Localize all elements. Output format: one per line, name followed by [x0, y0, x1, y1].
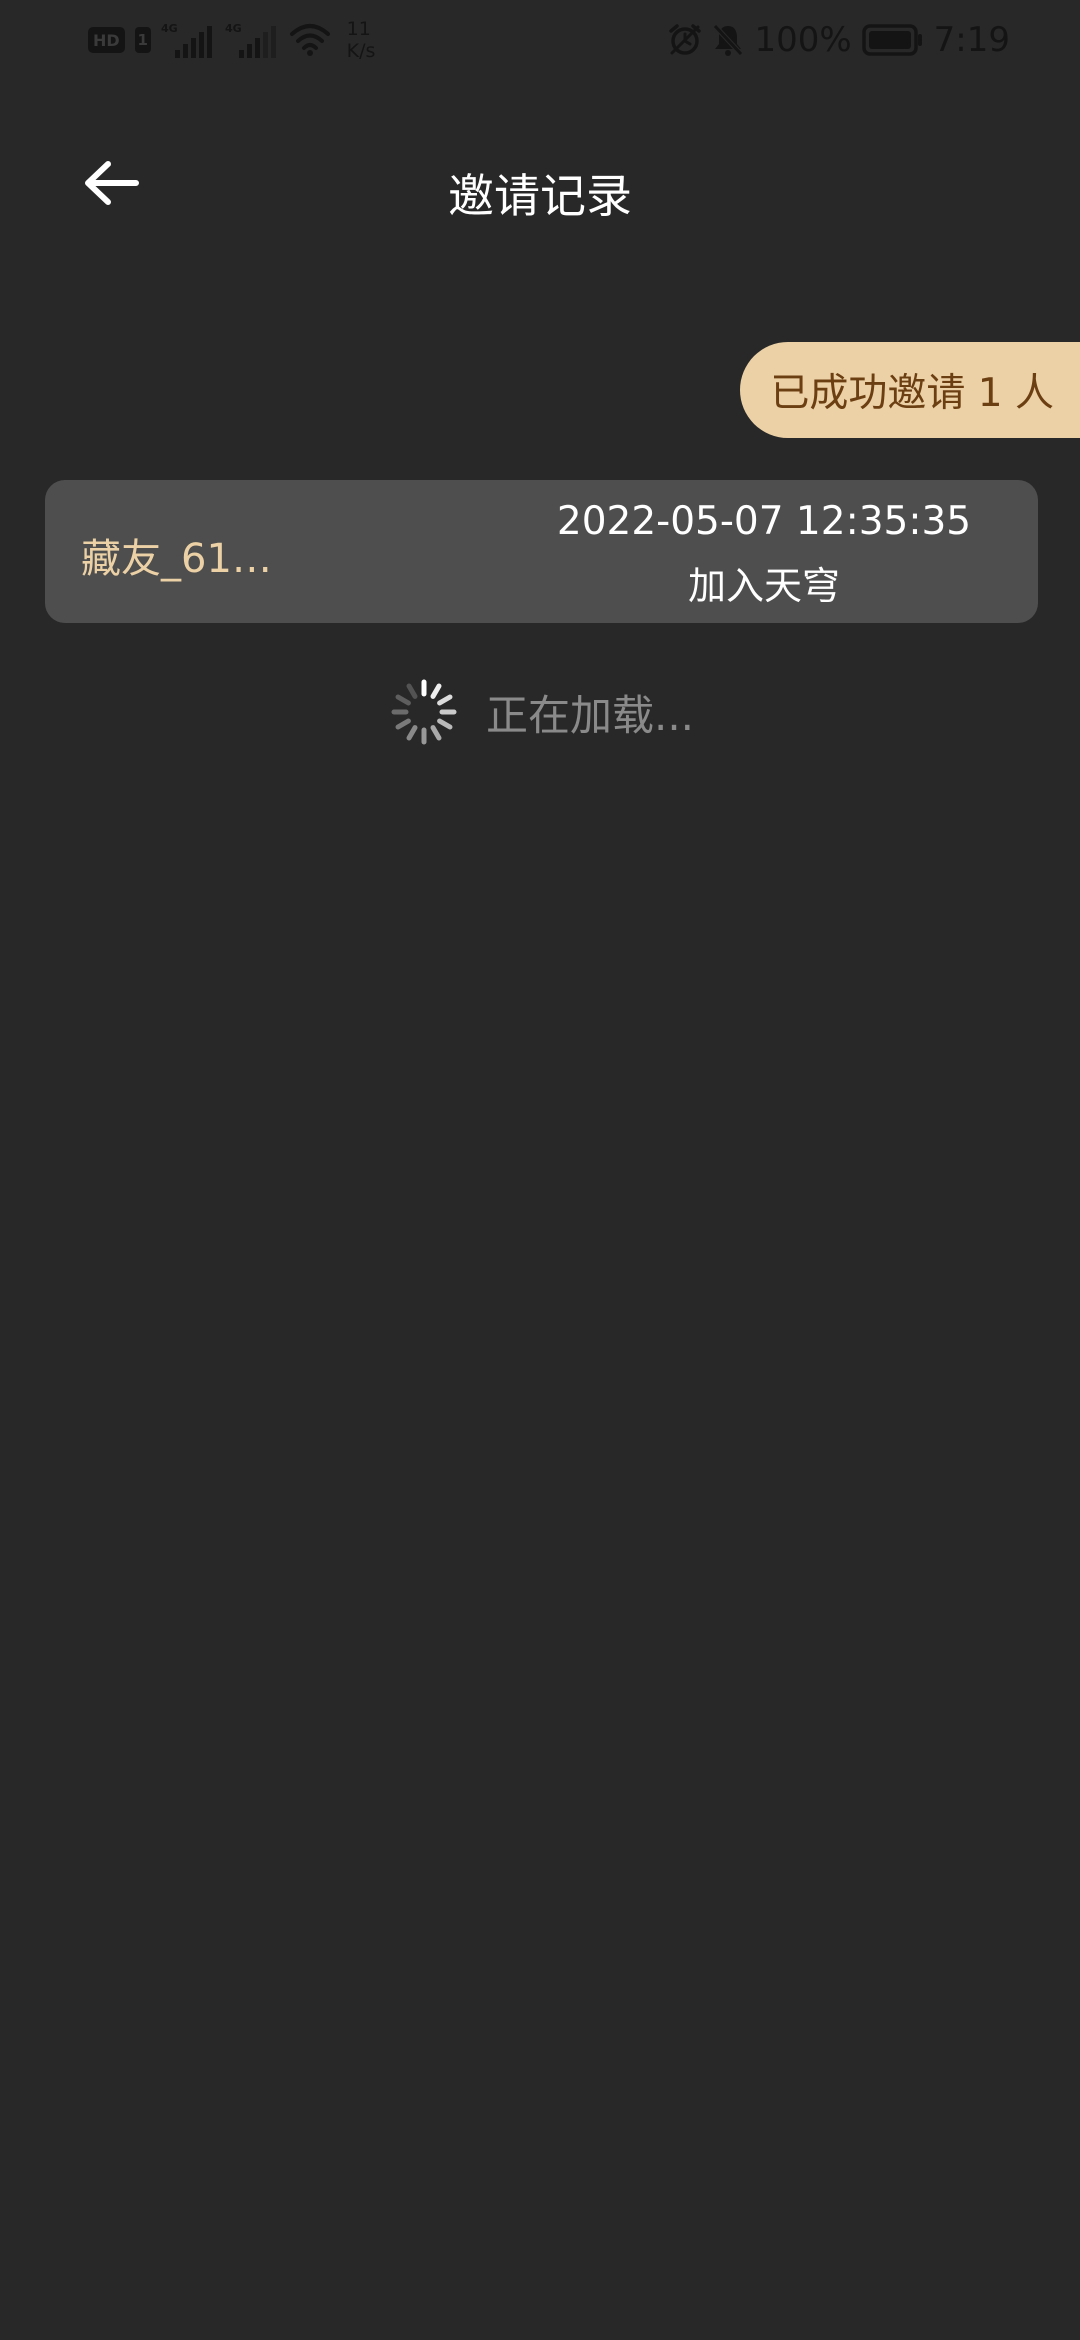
clock: 7:19 — [933, 20, 1010, 60]
alarm-icon — [669, 24, 702, 55]
app-header: 邀请记录 — [0, 120, 1080, 260]
record-details: 2022-05-07 12:35:35 加入天穹 — [544, 492, 984, 620]
signal-4g-icon: 4G — [161, 22, 212, 58]
battery-icon — [861, 24, 922, 56]
record-status: 加入天穹 — [687, 564, 840, 608]
network-speed: 11 K/s — [347, 18, 376, 62]
status-bar-left: HD 1 4G 4G 11 K/s — [88, 14, 375, 66]
hd-badge: HD — [88, 27, 125, 53]
status-bar-right: 100% 7:19 — [668, 14, 1010, 66]
record-timestamp: 2022-05-07 12:35:35 — [556, 499, 972, 544]
page-title: 邀请记录 — [448, 169, 632, 223]
invite-record-item[interactable]: 藏友_610... 2022-05-07 12:35:35 加入天穹 — [45, 480, 1038, 623]
svg-text:4G: 4G — [161, 22, 178, 35]
invitee-name: 藏友_610... — [81, 536, 281, 582]
loading-spinner-icon — [391, 679, 457, 745]
network-speed-value: 11 — [346, 18, 371, 40]
status-bar: HD 1 4G 4G 11 K/s 100% 7:19 — [0, 0, 1080, 80]
loading-text: 正在加载... — [485, 690, 695, 740]
invite-summary-badge: 已成功邀请 1 人 — [740, 342, 1080, 438]
loading-indicator: 正在加载... — [0, 672, 1080, 752]
battery-percent: 100% — [754, 20, 852, 60]
invite-records-screen: HD 1 4G 4G 11 K/s 100% 7:19 邀请记录 已成功邀请 1… — [0, 0, 1080, 2340]
mute-icon — [713, 24, 744, 56]
signal-4g-icon: 4G — [225, 22, 276, 58]
sim-badge: 1 — [134, 27, 151, 53]
network-speed-unit: K/s — [346, 40, 376, 62]
svg-text:4G: 4G — [225, 22, 242, 35]
wifi-icon — [289, 24, 330, 56]
